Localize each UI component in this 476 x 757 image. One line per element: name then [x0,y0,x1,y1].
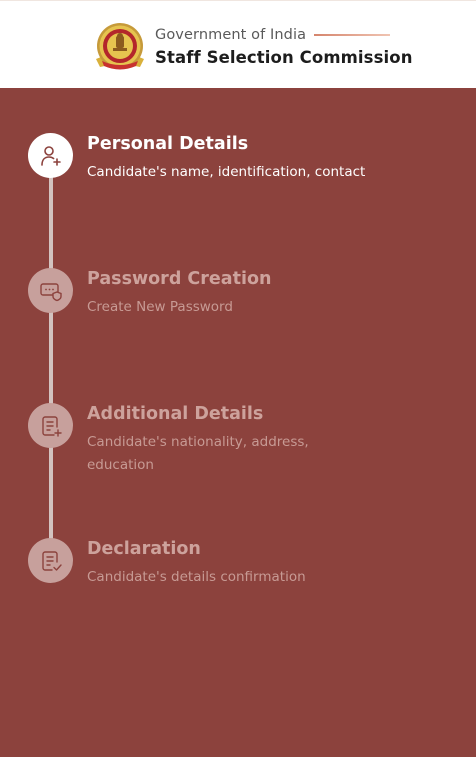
header-subtitle-text: Government of India [155,27,307,43]
header-accent-line [314,34,391,36]
step-additional-details-title[interactable]: Additional Details [87,402,263,426]
step-additional-details-indicator[interactable] [28,403,73,448]
step-personal-details-indicator[interactable] [28,133,73,178]
stepper-track-3 [49,447,53,541]
step-personal-details-description: Candidate's name, identification, contac… [87,164,366,180]
step-declaration-indicator[interactable] [28,538,73,583]
header-subtitle: Government of India [155,25,413,45]
ssc-emblem-logo [92,21,148,73]
app-header: Government of India Staff Selection Comm… [0,0,476,88]
stepper-track-1 [49,177,53,271]
step-declaration-description: Candidate's details confirmation [87,569,306,585]
step-password-creation-indicator[interactable] [28,268,73,313]
header-title: Staff Selection Commission [155,48,413,67]
registration-stepper-panel: Personal Details Candidate's name, ident… [0,88,476,757]
user-add-icon [40,145,61,166]
step-password-creation-title[interactable]: Password Creation [87,267,271,291]
step-additional-details-description: Candidate's nationality, address, educat… [87,434,309,473]
step-personal-details-title[interactable]: Personal Details [87,132,248,156]
stepper-track-2 [49,312,53,406]
document-add-icon [41,415,62,437]
step-password-creation-description: Create New Password [87,299,233,315]
document-check-icon [41,550,62,571]
password-shield-icon [39,282,62,301]
header-text: Government of India Staff Selection Comm… [155,25,413,71]
step-declaration-title[interactable]: Declaration [87,537,201,561]
